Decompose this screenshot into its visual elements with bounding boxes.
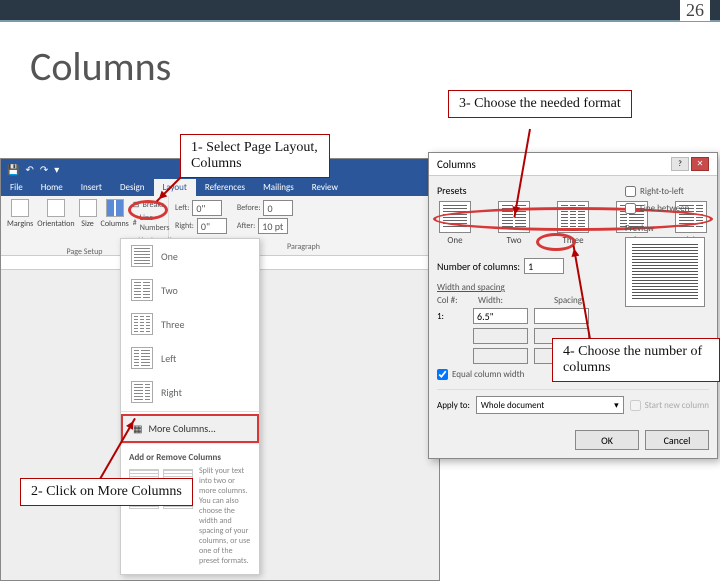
indent-left-input[interactable]: 0" <box>192 200 222 216</box>
margins-button[interactable]: Margins <box>7 199 33 247</box>
width-input[interactable]: 6.5" <box>473 308 528 324</box>
cancel-button[interactable]: Cancel <box>645 430 709 450</box>
undo-icon[interactable]: ↶ <box>25 163 33 176</box>
qat-more-icon[interactable]: ▾ <box>54 163 59 176</box>
more-columns-item[interactable]: ▦More Columns... <box>121 414 259 443</box>
preset-one[interactable]: One <box>439 201 471 246</box>
callout-1: 1- Select Page Layout, Columns <box>180 134 330 178</box>
spacing-before-input[interactable]: 0 <box>263 200 293 216</box>
help-icon[interactable]: ? <box>671 157 689 171</box>
col-option-one[interactable]: One <box>121 239 259 273</box>
col-option-three[interactable]: Three <box>121 307 259 341</box>
tab-references[interactable]: References <box>196 179 254 196</box>
callout-4: 4- Choose the number of columns <box>552 338 720 382</box>
columns-dropdown: One Two Three Left Right ▦More Columns..… <box>120 238 260 575</box>
close-icon[interactable]: ✕ <box>691 157 709 171</box>
slide-topbar <box>0 0 720 22</box>
indent-right-input[interactable]: 0" <box>197 218 227 234</box>
preset-three[interactable]: Three <box>557 201 589 246</box>
ribbon-tabs: File Home Insert Design Layout Reference… <box>1 179 439 196</box>
number-of-columns-input[interactable]: 1 <box>524 258 564 274</box>
col-option-left[interactable]: Left <box>121 341 259 375</box>
page-number: 26 <box>680 0 710 21</box>
callout-3: 3- Choose the needed format <box>448 90 632 118</box>
apply-to-select[interactable]: Whole document▾ <box>476 396 624 414</box>
line-between-checkbox[interactable]: Line between <box>625 200 709 217</box>
tab-review[interactable]: Review <box>303 179 347 196</box>
tab-mailings[interactable]: Mailings <box>254 179 303 196</box>
preview-box <box>625 237 705 307</box>
dialog-titlebar[interactable]: Columns ? ✕ <box>429 153 717 176</box>
chevron-down-icon: ▾ <box>614 400 619 411</box>
spacing-after-input[interactable]: 10 pt <box>258 218 288 234</box>
col-option-two[interactable]: Two <box>121 273 259 307</box>
size-button[interactable]: Size <box>79 199 97 247</box>
redo-icon[interactable]: ↷ <box>40 163 48 176</box>
tab-design[interactable]: Design <box>111 179 154 196</box>
rtl-checkbox[interactable]: Right-to-left <box>625 183 709 200</box>
ok-button[interactable]: OK <box>575 430 639 450</box>
divider <box>121 411 259 412</box>
spacing-input[interactable] <box>534 308 589 324</box>
tab-file[interactable]: File <box>1 179 32 196</box>
orientation-button[interactable]: Orientation <box>37 199 74 247</box>
save-icon[interactable]: 💾 <box>7 163 19 176</box>
col-option-right[interactable]: Right <box>121 375 259 409</box>
callout-2: 2- Click on More Columns <box>20 478 193 506</box>
columns-dialog: Columns ? ✕ Presets One Two Three Left R… <box>428 152 718 459</box>
help-tooltip: Add or Remove Columns Split your text in… <box>121 443 259 574</box>
tab-home[interactable]: Home <box>32 179 72 196</box>
tab-insert[interactable]: Insert <box>72 179 111 196</box>
